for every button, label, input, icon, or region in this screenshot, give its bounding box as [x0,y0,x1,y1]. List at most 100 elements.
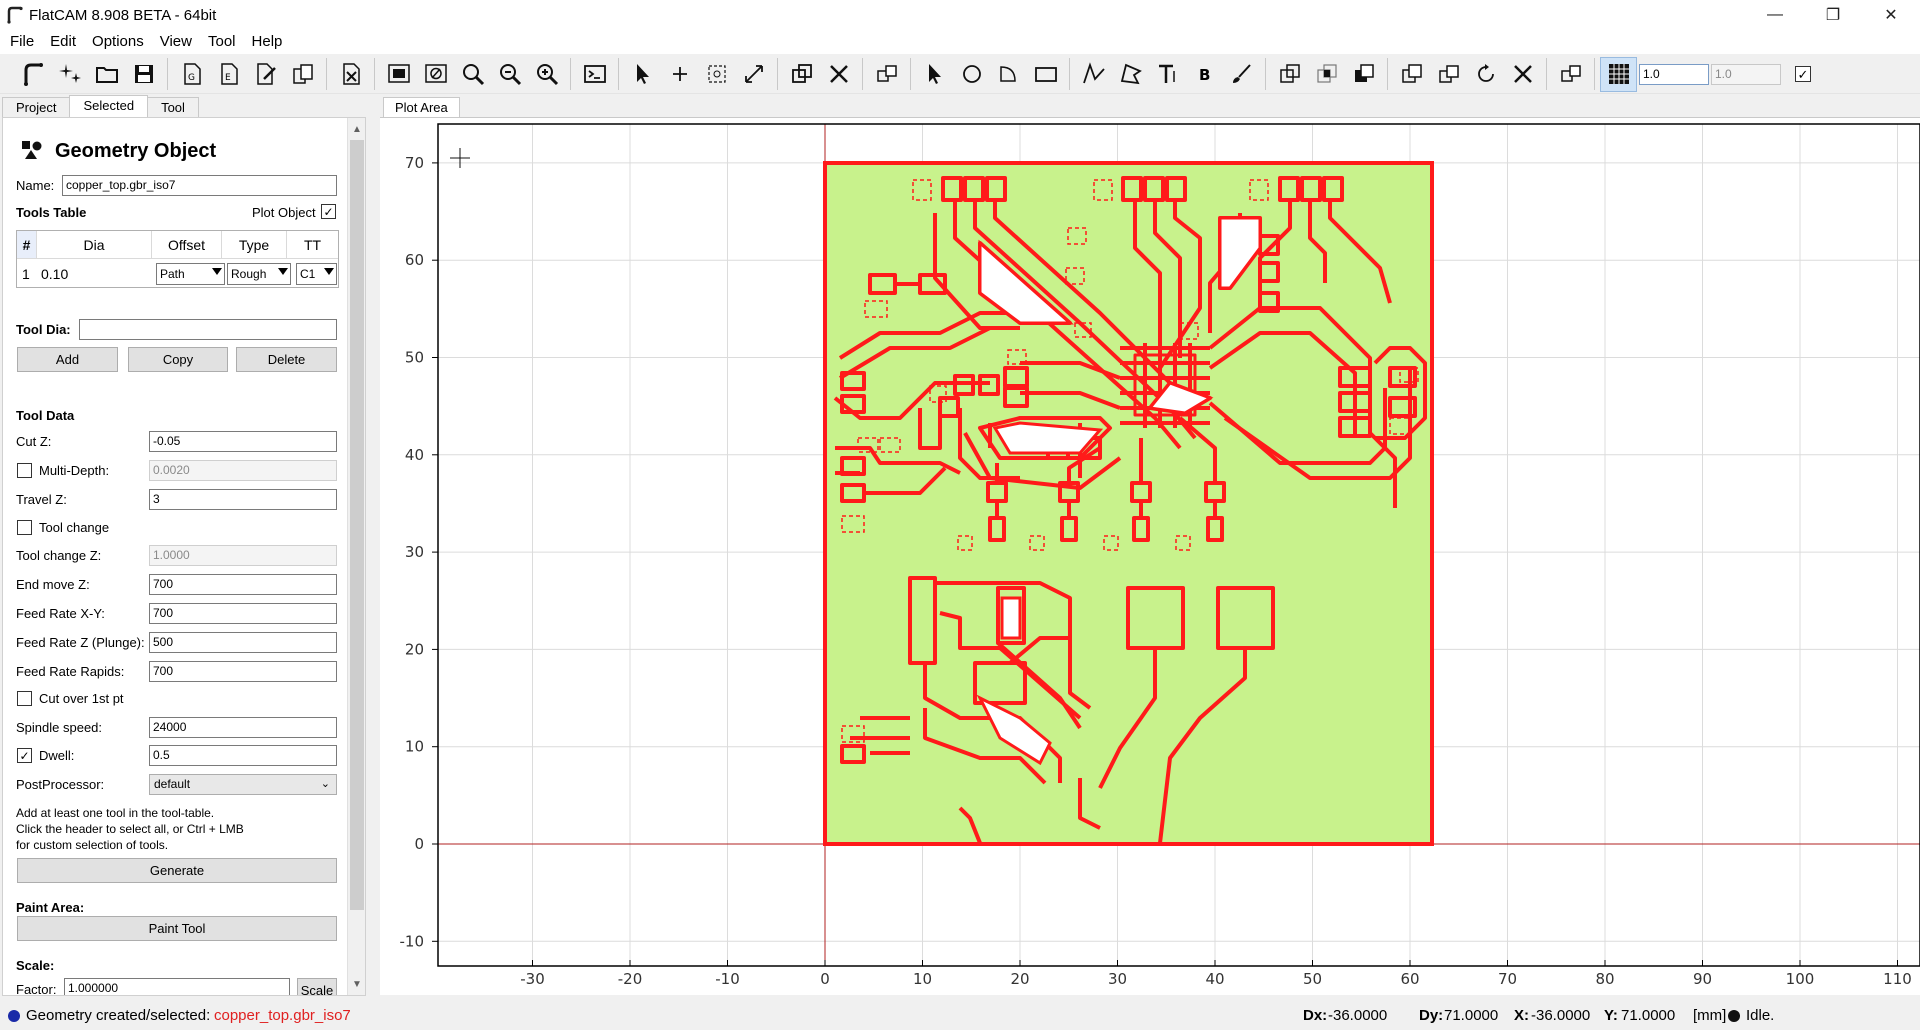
table-header-offset[interactable]: Offset [152,231,222,259]
menu-file[interactable]: File [2,30,42,54]
delete-tool-button[interactable]: Delete [236,347,337,372]
feed-rate-z-label: Feed Rate Z (Plunge): [16,635,145,650]
scale-factor-input[interactable]: 1.000000 [64,978,290,995]
table-row-dia[interactable]: 0.10 [41,260,68,288]
scroll-down-icon[interactable]: ▼ [348,975,365,993]
multi-depth-input[interactable]: 0.0020 [149,460,337,481]
spindle-speed-input[interactable]: 24000 [149,717,337,738]
scale-button[interactable]: Scale [297,978,337,995]
table-header-tt[interactable]: TT [287,231,338,259]
subtraction-button[interactable] [1345,57,1382,92]
union-button[interactable] [1271,57,1308,92]
tool-change-z-input[interactable]: 1.0000 [149,545,337,566]
grid-x-input[interactable]: 1.0 [1639,63,1709,85]
tab-selected[interactable]: Selected [69,95,149,118]
add-tool-button[interactable]: Add [17,347,118,372]
dwell-checkbox[interactable]: ✓ [17,748,32,763]
tool-change-checkbox[interactable] [17,520,32,535]
object-name-input[interactable]: copper_top.gbr_iso7 [62,175,337,196]
table-row-num[interactable]: 1 [22,260,30,288]
cut-over-checkbox[interactable] [17,691,32,706]
end-move-z-input[interactable]: 700 [149,574,337,595]
geo-select-button[interactable] [916,57,953,92]
panel-scrollbar[interactable]: ▲ ▼ [347,118,365,995]
menu-options[interactable]: Options [84,30,152,54]
panel-title: Geometry Object [55,140,217,162]
tab-tool[interactable]: Tool [147,97,199,118]
feed-rate-xy-input[interactable]: 700 [149,603,337,624]
tab-project[interactable]: Project [2,97,71,118]
open-excellon-button[interactable]: E [210,57,247,92]
buffer-button[interactable]: B [1186,57,1223,92]
delete-button[interactable] [332,57,369,92]
scroll-up-icon[interactable]: ▲ [348,120,365,138]
postprocessor-select[interactable]: default ⌄ [149,774,337,795]
intersection-button[interactable] [1308,57,1345,92]
add-rectangle-button[interactable] [1027,57,1064,92]
add-text-button[interactable] [1149,57,1186,92]
cut-path-button[interactable] [1393,57,1430,92]
menu-tool[interactable]: Tool [200,30,244,54]
menu-view[interactable]: View [152,30,200,54]
replot-button[interactable] [380,57,417,92]
zoom-fit-button[interactable] [454,57,491,92]
edit-file-button[interactable] [247,57,284,92]
scrollbar-thumb[interactable] [350,140,364,910]
paint-tool-button[interactable]: Paint Tool [17,916,337,941]
multi-depth-checkbox[interactable] [17,463,32,478]
menu-help[interactable]: Help [244,30,291,54]
dwell-input[interactable]: 0.5 [149,745,337,766]
new-project-button[interactable] [14,57,51,92]
close-window-button[interactable]: ✕ [1862,0,1920,30]
add-circle-button[interactable] [953,57,990,92]
move-drill-button[interactable] [868,57,905,92]
feed-rate-rapids-input[interactable]: 700 [149,661,337,682]
tool-type-combo[interactable]: C1 [296,263,337,285]
table-header-dia[interactable]: Dia [37,231,152,259]
add-drill-button[interactable] [661,57,698,92]
grid-link-checkbox[interactable]: ✓ [1795,66,1811,82]
feed-rate-z-input[interactable]: 500 [149,632,337,653]
zoom-in-button[interactable] [491,57,528,92]
offset-combo[interactable]: Path [156,263,225,285]
grid-y-input[interactable]: 1.0 [1711,63,1781,85]
table-header-type[interactable]: Type [222,231,287,259]
rotate-button[interactable] [1467,57,1504,92]
type-combo[interactable]: Rough [227,263,291,285]
plot-area[interactable]: -30 -20 -10 0 10 20 30 40 50 60 70 80 90 100 110 70 60 5… [380,117,1920,995]
delete-drill-button[interactable] [820,57,857,92]
tool-dia-input[interactable] [79,319,337,340]
travel-z-input[interactable]: 3 [149,489,337,510]
plot-object-checkbox[interactable]: ✓ [321,204,336,219]
add-path-button[interactable] [1075,57,1112,92]
delete-shape-button[interactable] [1504,57,1541,92]
open-button[interactable] [88,57,125,92]
shell-button[interactable] [576,57,613,92]
zoom-out-button[interactable] [528,57,565,92]
move-shape-button[interactable] [1552,57,1589,92]
snap-grid-button[interactable] [1600,56,1637,92]
plot-canvas[interactable]: -30 -20 -10 0 10 20 30 40 50 60 70 80 90 100 110 70605… [380,118,1920,996]
generate-button[interactable]: Generate [17,858,337,883]
save-button[interactable] [125,57,162,92]
add-array-button[interactable] [698,57,735,92]
copy-file-button[interactable] [284,57,321,92]
add-arc-button[interactable] [990,57,1027,92]
copy-shape-button[interactable] [1430,57,1467,92]
new-geometry-button[interactable] [51,57,88,92]
copy-drill-button[interactable] [783,57,820,92]
add-polygon-button[interactable] [1112,57,1149,92]
menu-edit[interactable]: Edit [42,30,84,54]
paint-button[interactable] [1223,57,1260,92]
resize-drill-button[interactable] [735,57,772,92]
restore-button[interactable]: ❐ [1804,0,1862,30]
cut-z-input[interactable]: -0.05 [149,431,337,452]
table-header-num[interactable]: # [17,231,37,259]
tab-plot-area[interactable]: Plot Area [383,97,460,119]
tool-type-value: C1 [300,267,316,281]
copy-tool-button[interactable]: Copy [128,347,228,372]
select-button[interactable] [624,57,661,92]
open-gcode-button[interactable]: G [173,57,210,92]
clear-plot-button[interactable] [417,57,454,92]
minimize-button[interactable]: — [1746,0,1804,30]
